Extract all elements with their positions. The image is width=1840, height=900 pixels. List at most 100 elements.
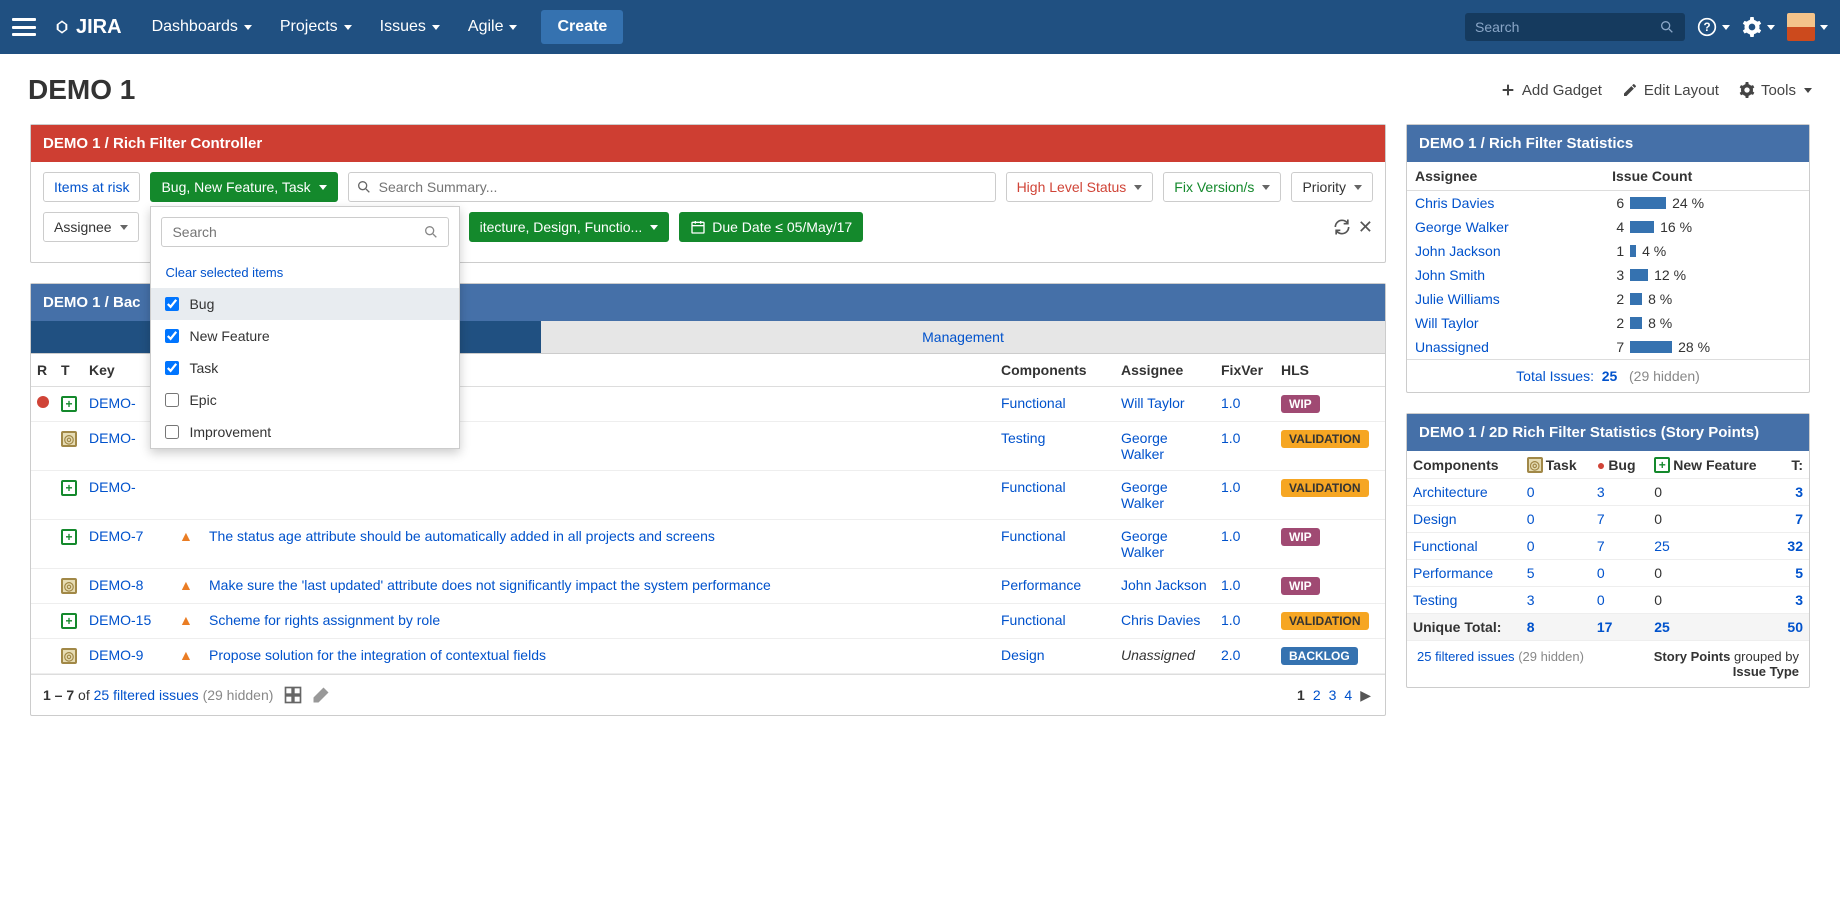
- summary-search-input[interactable]: [348, 172, 996, 202]
- issue-type-filter[interactable]: Bug, New Feature, Task: [150, 172, 337, 202]
- global-search[interactable]: [1465, 13, 1685, 41]
- fixver-link[interactable]: 1.0: [1221, 395, 1240, 411]
- global-search-input[interactable]: [1475, 19, 1659, 35]
- dropdown-option[interactable]: Task: [151, 352, 459, 384]
- issue-key-link[interactable]: DEMO-15: [89, 612, 151, 628]
- assignee-link[interactable]: George Walker: [1415, 219, 1509, 235]
- component-link[interactable]: Functional: [1001, 528, 1066, 544]
- assignee-link[interactable]: George Walker: [1121, 430, 1168, 462]
- checkbox[interactable]: [165, 297, 179, 311]
- assignee-link[interactable]: George Walker: [1121, 528, 1168, 560]
- cell-link[interactable]: 7: [1597, 538, 1605, 554]
- cell-link[interactable]: 0: [1597, 565, 1605, 581]
- page-link[interactable]: 2: [1311, 687, 1323, 703]
- cell-link[interactable]: 25: [1654, 538, 1670, 554]
- jira-logo[interactable]: JIRA: [54, 16, 122, 39]
- component-link[interactable]: Architecture: [1413, 484, 1488, 500]
- cell-link[interactable]: 0: [1527, 511, 1535, 527]
- issue-key-link[interactable]: DEMO-: [89, 430, 136, 446]
- component-link[interactable]: Testing: [1413, 592, 1457, 608]
- cell-link[interactable]: 3: [1527, 592, 1535, 608]
- issue-key-link[interactable]: DEMO-: [89, 479, 136, 495]
- component-link[interactable]: Performance: [1001, 577, 1081, 593]
- nav-agile[interactable]: Agile: [456, 10, 530, 44]
- fixver-link[interactable]: 1.0: [1221, 612, 1240, 628]
- cell-link[interactable]: 0: [1527, 538, 1535, 554]
- issue-summary-link[interactable]: The status age attribute should be autom…: [209, 528, 715, 544]
- clear-selected-button[interactable]: Clear selected items: [151, 257, 459, 288]
- issue-summary-link[interactable]: Propose solution for the integration of …: [209, 647, 546, 663]
- issue-key-link[interactable]: DEMO-: [89, 395, 136, 411]
- cell-link[interactable]: 17: [1597, 619, 1613, 635]
- dropdown-search-input[interactable]: [161, 217, 449, 247]
- hamburger-icon[interactable]: [12, 18, 36, 36]
- fixver-link[interactable]: 1.0: [1221, 577, 1240, 593]
- cell-link[interactable]: 32: [1787, 538, 1803, 554]
- user-avatar[interactable]: [1787, 13, 1828, 41]
- cell-link[interactable]: 3: [1597, 484, 1605, 500]
- dropdown-option[interactable]: New Feature: [151, 320, 459, 352]
- issue-key-link[interactable]: DEMO-8: [89, 577, 143, 593]
- issue-key-link[interactable]: DEMO-9: [89, 647, 143, 663]
- refresh-icon[interactable]: [1332, 217, 1352, 237]
- checkbox[interactable]: [165, 393, 179, 407]
- create-button[interactable]: Create: [541, 10, 623, 44]
- nav-projects[interactable]: Projects: [268, 10, 364, 44]
- fixver-link[interactable]: 1.0: [1221, 528, 1240, 544]
- assignee-link[interactable]: Julie Williams: [1415, 291, 1500, 307]
- eraser-icon[interactable]: [311, 685, 331, 705]
- cell-link[interactable]: 5: [1795, 565, 1803, 581]
- help-button[interactable]: ?: [1697, 17, 1730, 37]
- cell-link[interactable]: 25: [1654, 619, 1670, 635]
- cell-link[interactable]: 5: [1527, 565, 1535, 581]
- settings-button[interactable]: [1742, 17, 1775, 37]
- component-link[interactable]: Functional: [1001, 612, 1066, 628]
- cell-link[interactable]: 7: [1597, 511, 1605, 527]
- due-date-filter[interactable]: Due Date ≤ 05/May/17: [679, 212, 863, 242]
- assignee-link[interactable]: Will Taylor: [1121, 395, 1185, 411]
- assignee-link[interactable]: Chris Davies: [1121, 612, 1200, 628]
- cell-link[interactable]: 7: [1795, 511, 1803, 527]
- tools-button[interactable]: Tools: [1739, 82, 1812, 99]
- edit-layout-button[interactable]: Edit Layout: [1622, 82, 1719, 99]
- filtered-issues-link[interactable]: 25 filtered issues: [1417, 649, 1515, 664]
- page-link[interactable]: 3: [1327, 687, 1339, 703]
- issue-summary-link[interactable]: Make sure the 'last updated' attribute d…: [209, 577, 771, 593]
- clear-all-icon[interactable]: ✕: [1358, 217, 1373, 238]
- component-link[interactable]: Functional: [1001, 395, 1066, 411]
- high-level-status-filter[interactable]: High Level Status: [1006, 172, 1154, 202]
- assignee-link[interactable]: John Jackson: [1415, 243, 1501, 259]
- checkbox[interactable]: [165, 329, 179, 343]
- fixver-link[interactable]: 2.0: [1221, 647, 1240, 663]
- issue-key-link[interactable]: DEMO-7: [89, 528, 143, 544]
- assignee-filter[interactable]: Assignee: [43, 212, 139, 242]
- dropdown-option[interactable]: Improvement: [151, 416, 459, 448]
- cell-link[interactable]: 3: [1795, 592, 1803, 608]
- page-link[interactable]: 4: [1342, 687, 1354, 703]
- dropdown-option[interactable]: Epic: [151, 384, 459, 416]
- fixver-link[interactable]: 1.0: [1221, 479, 1240, 495]
- assignee-link[interactable]: George Walker: [1121, 479, 1168, 511]
- cell-link[interactable]: 8: [1527, 619, 1535, 635]
- component-link[interactable]: Design: [1413, 511, 1457, 527]
- assignee-link[interactable]: John Smith: [1415, 267, 1485, 283]
- components-filter[interactable]: itecture, Design, Functio...: [469, 212, 670, 242]
- issue-summary-link[interactable]: Scheme for rights assignment by role: [209, 612, 440, 628]
- component-link[interactable]: Functional: [1413, 538, 1478, 554]
- cell-link[interactable]: 0: [1597, 592, 1605, 608]
- checkbox[interactable]: [165, 425, 179, 439]
- dropdown-option[interactable]: Bug: [151, 288, 459, 320]
- assignee-link[interactable]: Chris Davies: [1415, 195, 1494, 211]
- fixver-link[interactable]: 1.0: [1221, 430, 1240, 446]
- add-gadget-button[interactable]: Add Gadget: [1500, 82, 1602, 99]
- component-link[interactable]: Testing: [1001, 430, 1045, 446]
- page-link[interactable]: 1: [1295, 687, 1307, 703]
- cell-link[interactable]: 0: [1527, 484, 1535, 500]
- tab-management[interactable]: Management: [541, 321, 1385, 353]
- next-page-icon[interactable]: ▶: [1358, 687, 1373, 704]
- nav-issues[interactable]: Issues: [368, 10, 452, 44]
- nav-dashboards[interactable]: Dashboards: [140, 10, 264, 44]
- component-link[interactable]: Design: [1001, 647, 1045, 663]
- cell-link[interactable]: 50: [1787, 619, 1803, 635]
- cell-link[interactable]: 3: [1795, 484, 1803, 500]
